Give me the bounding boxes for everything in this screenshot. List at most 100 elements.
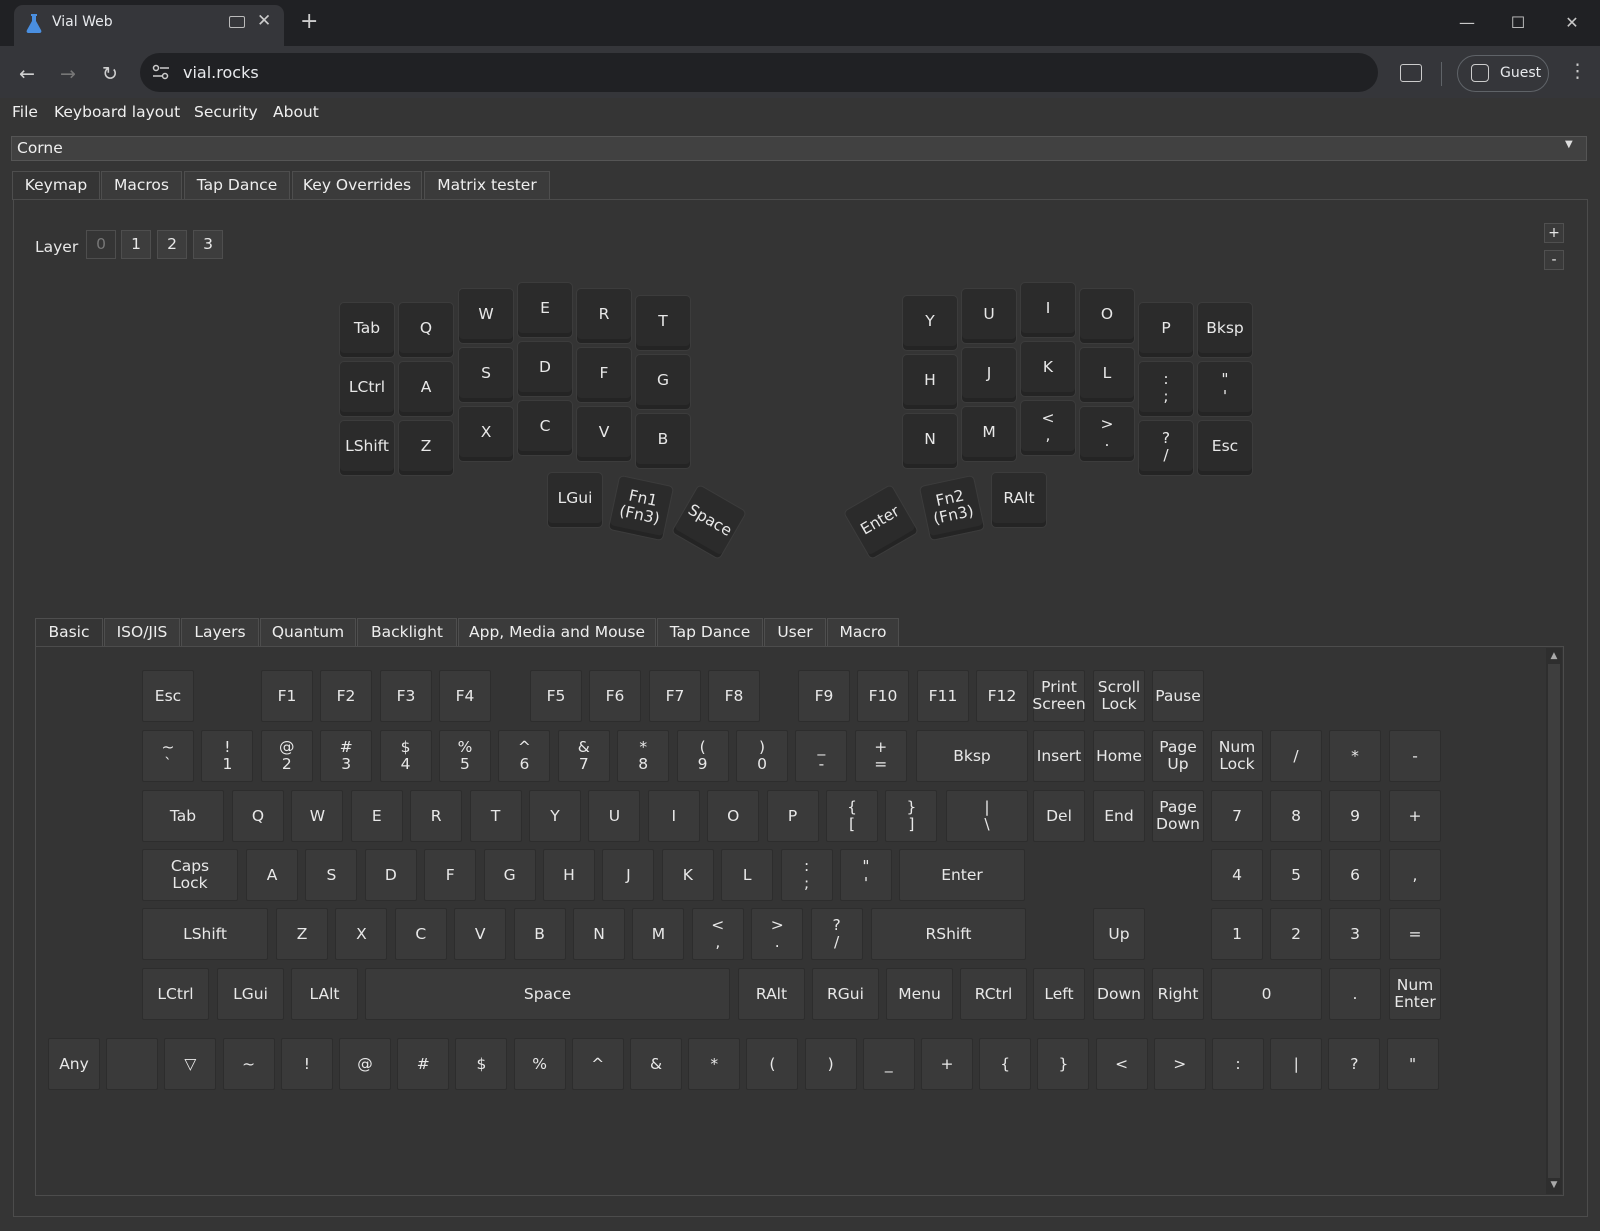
kc-tab-backlight[interactable]: Backlight [357,618,457,646]
keymap-key[interactable]: A [398,361,454,417]
keycode-key[interactable]: Enter [899,849,1025,901]
keycode-key[interactable]: 5 [1270,849,1322,901]
keymap-key[interactable]: T [635,295,691,351]
keycode-key[interactable]: 0 [1211,968,1322,1020]
keycode-key[interactable]: Menu [886,968,953,1020]
keycode-key[interactable]: * 8 [617,730,670,782]
kc-tab-basic[interactable]: Basic [35,618,103,647]
keycode-key[interactable]: Space [365,968,730,1020]
keycode-key[interactable]: Left [1033,968,1085,1020]
scroll-up-icon[interactable]: ▲ [1548,651,1560,661]
keycode-key[interactable]: B [513,908,566,960]
kc-tab-app-media-mouse[interactable]: App, Media and Mouse [458,618,656,646]
keymap-key[interactable]: E [517,282,573,338]
keycode-key[interactable]: RGui [812,968,879,1020]
keycode-key[interactable]: F7 [649,670,701,722]
keymap-key[interactable]: LShift [339,420,395,476]
keymap-key[interactable]: " ' [1197,361,1253,417]
keycode-key[interactable]: + [921,1038,973,1090]
keycode-key[interactable]: 4 [1211,849,1263,901]
keycode-key[interactable]: " ' [840,849,892,901]
layer-button-2[interactable]: 2 [157,230,187,259]
keycode-key[interactable]: Page Down [1152,790,1204,842]
layer-button-1[interactable]: 1 [121,230,151,259]
keymap-key[interactable]: M [961,406,1017,462]
forward-icon[interactable]: → [53,60,83,88]
keycode-key[interactable]: } [1037,1038,1090,1090]
keymap-key[interactable]: L [1079,347,1135,403]
keycode-key[interactable]: # 3 [320,730,373,782]
keycode-key[interactable]: ( 9 [676,730,729,782]
keycode-key[interactable]: * [688,1038,741,1090]
keycode-key[interactable]: E [350,790,403,842]
keycode-key[interactable]: ! 1 [201,730,254,782]
keycode-key[interactable]: Tab [142,790,224,842]
keycode-key[interactable]: I [647,790,700,842]
address-bar[interactable] [140,53,1378,92]
keymap-key[interactable]: : ; [1138,361,1194,417]
menu-security[interactable]: Security [194,103,258,121]
maximize-icon[interactable]: ☐ [1503,10,1533,36]
keycode-key[interactable]: ▽ [164,1038,217,1090]
scroll-down-icon[interactable]: ▼ [1548,1180,1560,1190]
keycode-key[interactable]: _ - [795,730,848,782]
keycode-key[interactable]: V [454,908,507,960]
keycode-key[interactable]: Down [1093,968,1145,1020]
keycode-key[interactable]: RAlt [738,968,805,1020]
menu-file[interactable]: File [12,103,38,121]
keycode-key[interactable] [106,1038,159,1090]
keycode-key[interactable]: Bksp [916,730,1028,782]
keycode-key[interactable]: = [1389,908,1441,960]
keycode-key[interactable]: F10 [857,670,909,722]
tab-matrix-tester[interactable]: Matrix tester [424,171,550,199]
keycode-key[interactable]: * [1329,730,1381,782]
keycode-key[interactable]: 1 [1211,908,1263,960]
keycode-key[interactable]: ? / [810,908,863,960]
keycode-key[interactable]: F9 [798,670,850,722]
keycode-key[interactable]: 9 [1329,790,1381,842]
keycode-key[interactable]: F1 [261,670,313,722]
keymap-key[interactable]: Esc [1197,420,1253,476]
keymap-key[interactable]: Z [398,420,454,476]
keycode-key[interactable]: K [661,849,714,901]
keycode-key[interactable]: Page Up [1152,730,1204,782]
keycode-key[interactable]: RShift [871,908,1026,960]
install-app-icon[interactable] [1400,64,1422,82]
keycode-key[interactable]: P [766,790,819,842]
keycode-key[interactable]: G [483,849,536,901]
reload-icon[interactable]: ↻ [95,60,125,88]
keycode-key[interactable]: 6 [1329,849,1381,901]
keycode-key[interactable]: RCtrl [960,968,1027,1020]
new-tab-icon[interactable]: + [300,9,318,34]
keycode-key[interactable]: D [364,849,417,901]
keymap-key[interactable]: O [1079,288,1135,344]
keycode-key[interactable]: + = [854,730,907,782]
keycode-key[interactable]: Insert [1033,730,1085,782]
keycode-key[interactable]: Right [1152,968,1204,1020]
keymap-key[interactable]: Tab [339,302,395,358]
keycode-key[interactable]: F8 [708,670,760,722]
keycode-key[interactable]: < , [691,908,744,960]
keymap-key[interactable]: C [517,400,573,456]
keycode-key[interactable]: 8 [1270,790,1322,842]
keymap-key[interactable]: G [635,354,691,410]
keycode-key[interactable]: Any [48,1038,100,1090]
keycode-key[interactable]: F3 [380,670,432,722]
keycode-key[interactable]: F11 [917,670,969,722]
keymap-key[interactable]: K [1020,341,1076,397]
keycode-key[interactable]: + [1389,790,1441,842]
tab-key-overrides[interactable]: Key Overrides [292,171,422,199]
keycode-key[interactable]: : ; [780,849,833,901]
keycode-key[interactable]: L [721,849,774,901]
keycode-key[interactable]: | \ [946,790,1028,842]
keycode-key[interactable]: F [424,849,477,901]
keycode-key[interactable]: H [543,849,595,901]
keymap-key[interactable]: N [902,413,958,469]
keycode-key[interactable]: End [1093,790,1145,842]
keycode-key[interactable]: F5 [530,670,582,722]
keycode-key[interactable]: Y [529,790,581,842]
keycode-key[interactable]: @ 2 [260,730,313,782]
keycode-key[interactable]: F6 [589,670,641,722]
keycode-key[interactable]: Num Enter [1389,968,1441,1020]
keycode-key[interactable]: Up [1093,908,1145,960]
